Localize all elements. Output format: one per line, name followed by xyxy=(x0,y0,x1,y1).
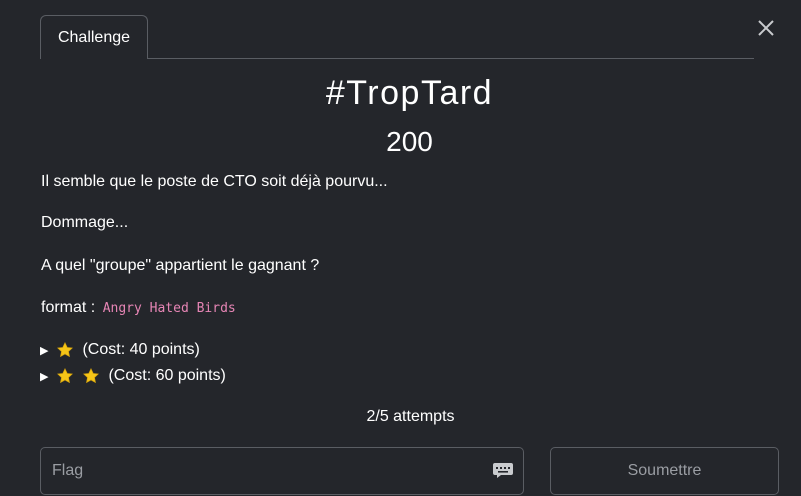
format-line: format : Angry Hated Birds xyxy=(41,299,236,317)
hint-2-cost: (Cost: 60 points) xyxy=(108,367,226,384)
format-example-code: Angry Hated Birds xyxy=(102,301,236,316)
format-label: format : xyxy=(41,299,96,316)
description-line-3: A quel "groupe" appartient le gagnant ? xyxy=(41,257,320,274)
caret-right-icon: ▶ xyxy=(40,344,49,357)
star-icon xyxy=(57,342,74,358)
tab-challenge[interactable]: Challenge xyxy=(40,15,148,59)
description-line-1: Il semble que le poste de CTO soit déjà … xyxy=(41,173,388,190)
close-button[interactable] xyxy=(752,14,780,42)
description-line-2: Dommage... xyxy=(41,214,129,231)
attempts-counter: 2/5 attempts xyxy=(366,408,455,425)
hint-2[interactable]: ▶ (Cost: 60 points) xyxy=(40,365,226,387)
challenge-value: 200 xyxy=(386,126,433,157)
star-icon xyxy=(57,368,74,384)
hint-1-cost: (Cost: 40 points) xyxy=(82,341,200,358)
flag-input[interactable] xyxy=(40,447,524,495)
hint-1[interactable]: ▶ (Cost: 40 points) xyxy=(40,339,200,361)
keyboard-icon[interactable] xyxy=(492,462,514,479)
star-icon xyxy=(83,368,100,384)
close-icon xyxy=(758,20,774,36)
caret-right-icon: ▶ xyxy=(40,370,49,383)
challenge-name: #TropTard xyxy=(325,74,494,112)
submit-button[interactable]: Soumettre xyxy=(550,447,779,495)
